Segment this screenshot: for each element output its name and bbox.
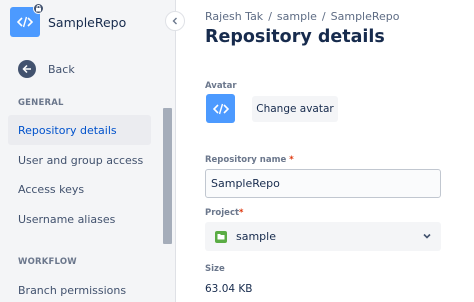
size-label: Size [205,264,225,274]
sidebar-item-repository-details[interactable]: Repository details [8,115,151,145]
breadcrumb-project[interactable]: sample [277,10,317,23]
code-brackets-icon [17,16,33,28]
collapse-sidebar-button[interactable] [165,11,185,31]
chevron-down-icon [423,233,431,239]
code-brackets-icon [212,103,229,114]
back-link[interactable]: Back [18,60,75,78]
avatar-label: Avatar [205,81,237,91]
repo-avatar [10,3,44,37]
required-mark: * [289,155,294,165]
size-value: 63.04 KB [205,283,253,295]
repo-name: SampleRepo [48,14,127,30]
section-general: GENERAL [18,98,64,108]
project-select[interactable]: sample [205,222,441,251]
page-title: Repository details [205,27,385,47]
back-label: Back [48,62,75,76]
repo-name-label: Repository name * [205,155,294,165]
breadcrumb-repo[interactable]: SampleRepo [331,10,400,23]
sidebar-item-username-aliases[interactable]: Username aliases [8,204,151,234]
change-avatar-button[interactable]: Change avatar [252,96,338,122]
sidebar: SampleRepo Back GENERAL Repository detai… [0,0,176,302]
required-mark: * [239,208,244,218]
sidebar-item-user-and-group-access[interactable]: User and group access [8,145,151,175]
arrow-left-icon [18,60,36,78]
section-workflow: WORKFLOW [18,257,77,267]
repo-name-input[interactable] [205,169,441,198]
sidebar-item-branch-permissions[interactable]: Branch permissions [8,275,151,302]
repo-avatar-large [206,94,235,123]
lock-icon [33,3,44,14]
project-label: Project* [205,208,244,218]
chevron-left-icon [172,17,177,25]
repo-header[interactable]: SampleRepo [10,3,127,37]
breadcrumb-user[interactable]: Rajesh Tak [205,10,263,23]
breadcrumb: Rajesh Tak / sample / SampleRepo [205,10,400,23]
project-folder-icon [215,230,227,243]
sidebar-item-access-keys[interactable]: Access keys [8,174,151,204]
sidebar-scrollbar[interactable] [163,108,172,244]
scrollbar-thumb[interactable] [163,108,172,244]
project-select-value: sample [236,230,276,243]
